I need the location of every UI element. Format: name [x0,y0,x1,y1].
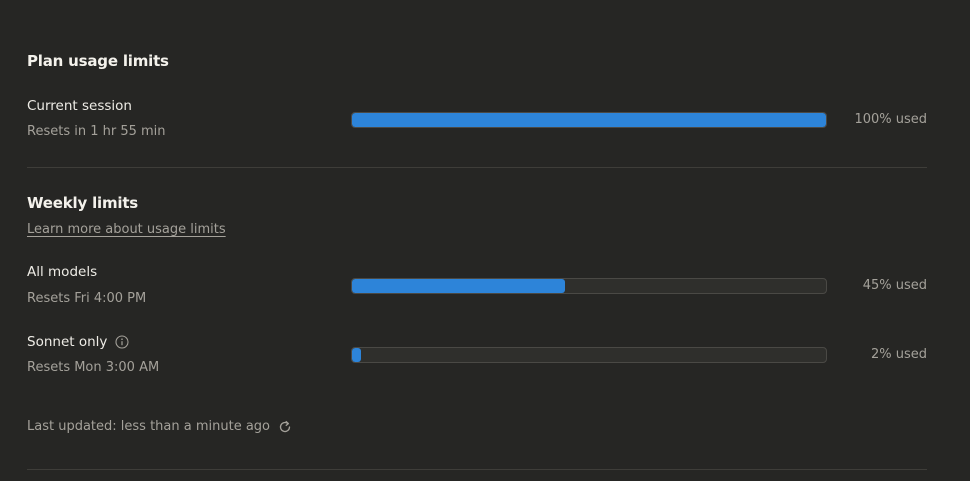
last-updated: Last updated: less than a minute ago [27,419,292,434]
sonnet-only-reset: Resets Mon 3:00 AM [27,360,160,375]
current-session-progress-fill [352,113,826,127]
all-models-reset: Resets Fri 4:00 PM [27,291,147,306]
sonnet-only-percent: 2% used [870,347,927,362]
learn-more-link[interactable]: Learn more about usage limits [27,222,226,237]
current-session-progress-bar [351,112,827,128]
current-session-label: Current session [27,98,132,114]
last-updated-text: Last updated: less than a minute ago [27,419,270,434]
sonnet-only-progress-fill [352,348,362,362]
all-models-label: All models [27,264,97,280]
all-models-progress-fill [352,279,566,293]
weekly-limits-title: Weekly limits [27,194,139,212]
sonnet-only-label-text: Sonnet only [27,334,108,350]
section-divider [27,167,927,168]
all-models-percent: 45% used [862,278,927,293]
plan-usage-title: Plan usage limits [27,52,169,70]
current-session-reset: Resets in 1 hr 55 min [27,124,166,139]
all-models-progress-bar [351,278,827,294]
bottom-divider [27,469,927,470]
current-session-label-text: Current session [27,98,132,114]
usage-limits-panel: Plan usage limits Current session Resets… [27,0,927,481]
current-session-percent: 100% used [854,112,927,127]
info-icon[interactable] [115,335,129,349]
all-models-label-text: All models [27,264,98,280]
sonnet-only-label: Sonnet only [27,334,129,350]
sonnet-only-progress-bar [351,347,827,363]
refresh-icon[interactable] [278,420,292,434]
